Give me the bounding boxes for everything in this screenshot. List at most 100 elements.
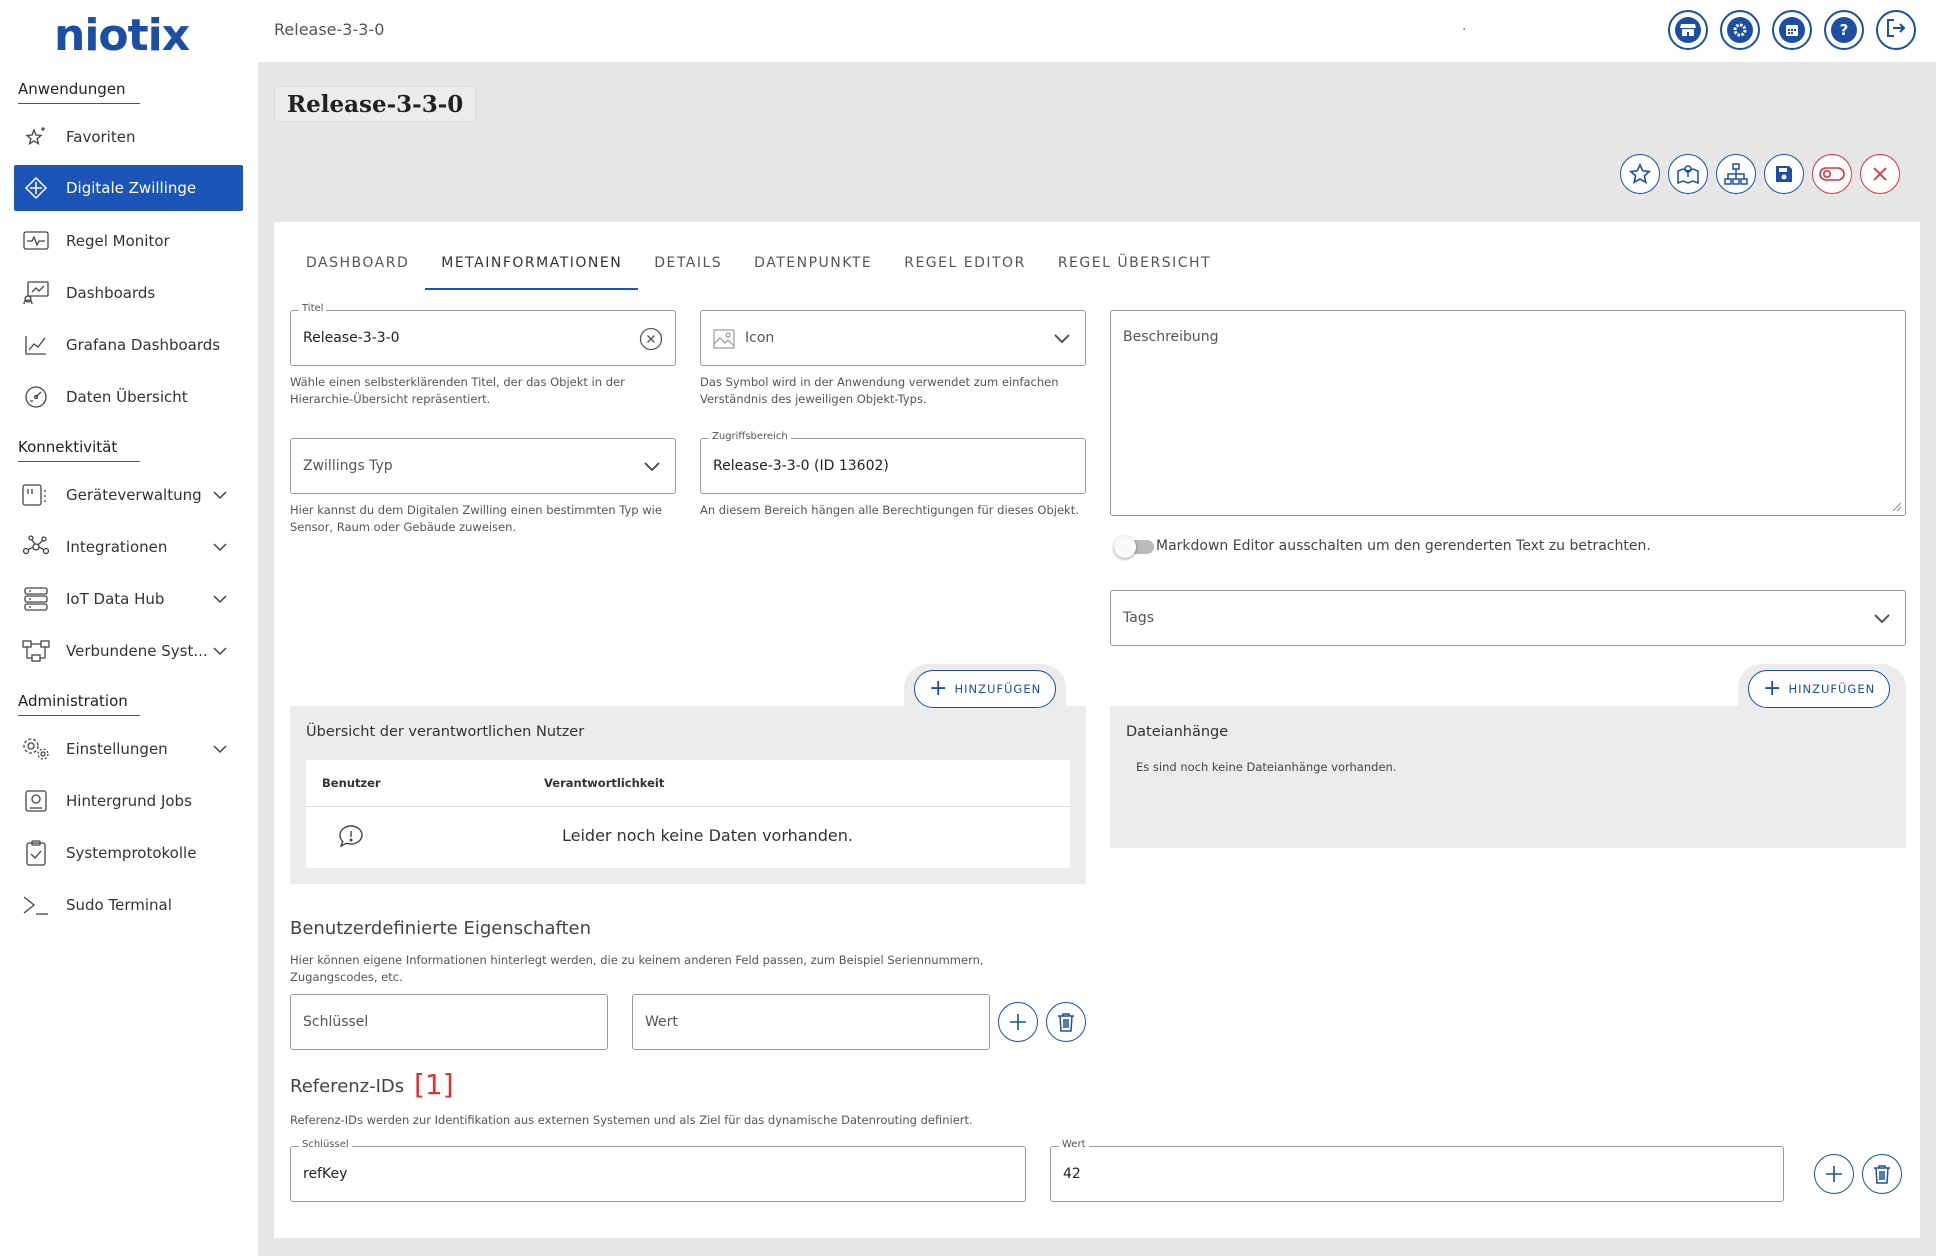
hierarchy-button[interactable] bbox=[1716, 154, 1756, 194]
icon-help: Das Symbol wird in der Anwendung verwend… bbox=[700, 375, 1059, 406]
sidebar-item-integrationen[interactable]: Integrationen bbox=[14, 524, 243, 570]
custom-value-input[interactable]: Wert bbox=[632, 994, 990, 1050]
map-icon bbox=[1677, 165, 1699, 185]
section-konnektivitaet: Konnektivität bbox=[18, 438, 140, 462]
niotix-logo[interactable]: niotix bbox=[54, 12, 204, 60]
clipboard-check-icon bbox=[22, 839, 50, 867]
add-attachment-button[interactable]: + HINZUFÜGEN bbox=[1748, 670, 1891, 708]
server-stack-icon bbox=[22, 585, 50, 613]
add-custom-property-button[interactable] bbox=[998, 1002, 1038, 1042]
toggle-knob bbox=[1114, 536, 1136, 558]
sidebar-item-favoriten[interactable]: Favoriten bbox=[14, 114, 243, 160]
delete-reference-id-button[interactable] bbox=[1862, 1154, 1902, 1194]
sidebar-item-iot-data-hub[interactable]: IoT Data Hub bbox=[14, 576, 243, 622]
gauge-icon bbox=[22, 383, 50, 411]
line-chart-icon bbox=[22, 331, 50, 359]
plus-icon bbox=[1010, 1014, 1026, 1030]
add-user-button[interactable]: + HINZUFÜGEN bbox=[914, 670, 1057, 708]
description-textarea[interactable]: Beschreibung bbox=[1110, 310, 1906, 516]
sidebar-item-daten-uebersicht[interactable]: Daten Übersicht bbox=[14, 374, 243, 420]
responsible-users-panel: Übersicht der verantwortlichen Nutzer Be… bbox=[290, 706, 1086, 884]
favorite-star-icon bbox=[1629, 163, 1651, 184]
title-field[interactable]: Titel Release-3-3-0 bbox=[290, 303, 676, 366]
top-bar: Release-3-3-0 . ? bbox=[258, 0, 1936, 62]
network-nodes-icon bbox=[22, 533, 50, 561]
users-empty-message: Leider noch keine Daten vorhanden. bbox=[562, 826, 853, 845]
title-help: Wähle einen selbsterklärenden Titel, der… bbox=[290, 375, 625, 406]
sidebar-item-regel-monitor[interactable]: Regel Monitor bbox=[14, 218, 243, 264]
toggle-off-icon bbox=[1819, 167, 1845, 181]
chevron-down-icon bbox=[1054, 334, 1070, 344]
sidebar-item-verbundene-systeme[interactable]: Verbundene Syst... bbox=[14, 628, 243, 674]
close-icon bbox=[1873, 167, 1887, 181]
calendar-button[interactable] bbox=[1772, 10, 1812, 50]
add-reference-id-button[interactable] bbox=[1814, 1154, 1854, 1194]
sidebar: niotix Anwendungen Favoriten Digitale Zw… bbox=[0, 0, 258, 1256]
sidebar-item-hintergrund-jobs[interactable]: Hintergrund Jobs bbox=[14, 778, 243, 824]
settings-button[interactable] bbox=[1720, 10, 1760, 50]
ref-key-input[interactable]: Schlüssel refKey bbox=[290, 1139, 1026, 1202]
deactivate-toggle-button[interactable] bbox=[1812, 154, 1852, 194]
close-button[interactable] bbox=[1860, 154, 1900, 194]
sidebar-item-einstellungen[interactable]: Einstellungen bbox=[14, 726, 243, 772]
tab-datenpunkte[interactable]: DATENPUNKTE bbox=[738, 250, 888, 290]
chevron-down-icon[interactable] bbox=[211, 590, 229, 608]
store-icon bbox=[1675, 17, 1701, 43]
column-verantwortlichkeit: Verantwortlichkeit bbox=[544, 776, 665, 790]
chevron-down-icon[interactable] bbox=[211, 642, 229, 660]
terminal-icon bbox=[22, 891, 50, 919]
comment-alert-icon bbox=[339, 825, 363, 848]
diamond-compass-icon bbox=[22, 174, 50, 202]
custom-key-input[interactable]: Schlüssel bbox=[290, 994, 608, 1050]
tab-regel-editor[interactable]: REGEL EDITOR bbox=[888, 250, 1042, 290]
settings-icon bbox=[1727, 17, 1753, 43]
reference-ids-heading: Referenz-IDs bbox=[290, 1076, 405, 1097]
map-button[interactable] bbox=[1668, 154, 1708, 194]
reference-ids-count: [1] bbox=[414, 1068, 454, 1101]
tab-details[interactable]: DETAILS bbox=[638, 250, 738, 290]
chevron-down-icon[interactable] bbox=[211, 740, 229, 758]
plus-icon: + bbox=[1763, 676, 1783, 701]
chevron-down-icon[interactable] bbox=[211, 486, 229, 504]
attachments-panel: Dateianhänge Es sind noch keine Dateianh… bbox=[1110, 706, 1906, 848]
delete-custom-property-button[interactable] bbox=[1046, 1002, 1086, 1042]
section-administration: Administration bbox=[18, 692, 140, 716]
sidebar-item-digitale-zwillinge[interactable]: Digitale Zwillinge bbox=[14, 165, 243, 211]
custom-properties-heading: Benutzerdefinierte Eigenschaften bbox=[290, 918, 592, 939]
tags-select[interactable]: Tags bbox=[1110, 590, 1906, 646]
tab-regel-uebersicht[interactable]: REGEL ÜBERSICHT bbox=[1042, 250, 1227, 290]
access-field[interactable]: Zugriffsbereich Release-3-3-0 (ID 13602) bbox=[700, 431, 1086, 494]
breadcrumb[interactable]: Release-3-3-0 bbox=[274, 20, 384, 39]
twin-type-help: Hier kannst du dem Digitalen Zwilling ei… bbox=[290, 503, 662, 534]
sidebar-item-sudo-terminal[interactable]: Sudo Terminal bbox=[14, 882, 243, 928]
dashboard-chart-icon bbox=[22, 279, 50, 307]
markdown-toggle[interactable] bbox=[1114, 536, 1154, 558]
tab-bar: DASHBOARD METAINFORMATIONEN DETAILS DATE… bbox=[290, 250, 1227, 290]
sidebar-item-grafana-dashboards[interactable]: Grafana Dashboards bbox=[14, 322, 243, 368]
sidebar-item-geraeteverwaltung[interactable]: Geräteverwaltung bbox=[14, 472, 243, 518]
sidebar-item-dashboards[interactable]: Dashboards bbox=[14, 270, 243, 316]
logout-button[interactable] bbox=[1876, 10, 1916, 50]
plus-icon: + bbox=[929, 676, 949, 701]
twin-type-select[interactable]: Zwillings Typ bbox=[290, 438, 676, 494]
image-icon bbox=[713, 329, 735, 349]
save-icon bbox=[1776, 166, 1792, 182]
jobs-icon bbox=[22, 787, 50, 815]
store-button[interactable] bbox=[1668, 10, 1708, 50]
resize-handle-icon[interactable] bbox=[1892, 502, 1902, 512]
pulse-monitor-icon bbox=[22, 227, 50, 255]
icon-select[interactable]: Icon bbox=[700, 310, 1086, 366]
save-button[interactable] bbox=[1764, 154, 1804, 194]
main-content: Release-3-3-0 DASHBOARD METAINFORMATIONE… bbox=[258, 62, 1936, 1256]
favorite-button[interactable] bbox=[1620, 154, 1660, 194]
tab-dashboard[interactable]: DASHBOARD bbox=[290, 250, 425, 290]
help-button[interactable]: ? bbox=[1824, 10, 1864, 50]
clear-icon[interactable] bbox=[639, 327, 663, 351]
markdown-toggle-label: Markdown Editor ausschalten um den geren… bbox=[1156, 538, 1651, 554]
topbar-dot: . bbox=[1462, 18, 1467, 34]
ref-value-input[interactable]: Wert 42 bbox=[1050, 1139, 1784, 1202]
tab-metainformationen[interactable]: METAINFORMATIONEN bbox=[425, 250, 639, 290]
sidebar-item-systemprotokolle[interactable]: Systemprotokolle bbox=[14, 830, 243, 876]
chevron-down-icon[interactable] bbox=[211, 538, 229, 556]
plus-icon bbox=[1826, 1166, 1842, 1182]
